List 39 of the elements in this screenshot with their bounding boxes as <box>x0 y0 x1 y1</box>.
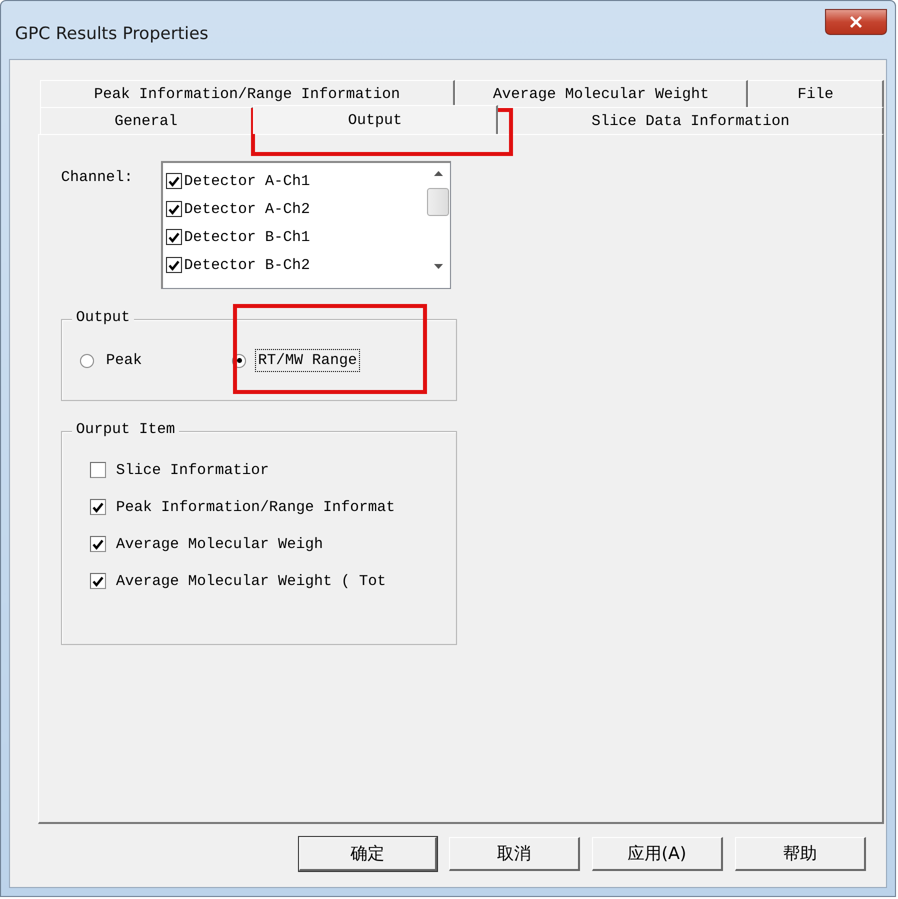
scroll-up-icon[interactable] <box>434 171 443 176</box>
channel-label: Channel: <box>61 168 134 186</box>
group-title: Output <box>72 309 134 326</box>
tab[interactable]: Peak Information/Range Information <box>40 80 455 107</box>
checkbox[interactable] <box>90 462 106 478</box>
checkbox[interactable] <box>90 536 106 552</box>
window-title: GPC Results Properties <box>14 24 208 44</box>
list-item[interactable]: Detector A-Ch1 <box>184 172 310 190</box>
radio-label[interactable]: RT/MW Range <box>256 350 360 371</box>
checkbox[interactable] <box>166 229 182 245</box>
radio-label[interactable]: Peak <box>104 350 144 371</box>
scroll-down-icon[interactable] <box>434 264 443 269</box>
close-icon <box>849 16 863 28</box>
channel-list[interactable]: Detector A-Ch1 Detector A-Ch2 Detector B-Ch1 Detector B-Ch2 <box>161 161 452 289</box>
list-item[interactable]: Detector B-Ch2 <box>184 256 310 274</box>
tab[interactable]: Average Molecular Weight <box>455 80 748 107</box>
dialog-button[interactable]: 帮助 <box>735 837 866 871</box>
checkbox[interactable] <box>166 173 182 189</box>
dialog-button[interactable]: 取消 <box>449 837 580 871</box>
list-item[interactable]: Detector B-Ch1 <box>184 228 310 246</box>
checkbox-label[interactable]: Average Molecular Weigh <box>116 536 324 552</box>
checkbox-label[interactable]: Peak Information/Range Informat <box>116 498 396 516</box>
close-button[interactable] <box>825 9 887 35</box>
checkbox[interactable] <box>90 499 106 515</box>
checkbox[interactable] <box>166 201 182 217</box>
radio-button[interactable] <box>80 354 94 368</box>
checkbox[interactable] <box>166 257 182 273</box>
tab[interactable]: General <box>40 107 253 134</box>
checkbox-label[interactable]: Slice Informatior <box>116 462 270 478</box>
tab[interactable]: Slice Data Information <box>498 107 884 134</box>
checkbox[interactable] <box>90 573 106 589</box>
scroll-thumb[interactable] <box>427 188 450 216</box>
dialog-button[interactable]: 应用(A) <box>592 837 723 871</box>
tab[interactable]: File <box>748 80 884 107</box>
dialog-button[interactable]: 确定 <box>299 837 437 871</box>
group-title: Ourput Item <box>72 421 180 438</box>
tab[interactable]: Output <box>253 105 498 134</box>
checkbox-label[interactable]: Average Molecular Weight ( Tot <box>116 572 386 590</box>
list-item[interactable]: Detector A-Ch2 <box>184 200 310 218</box>
